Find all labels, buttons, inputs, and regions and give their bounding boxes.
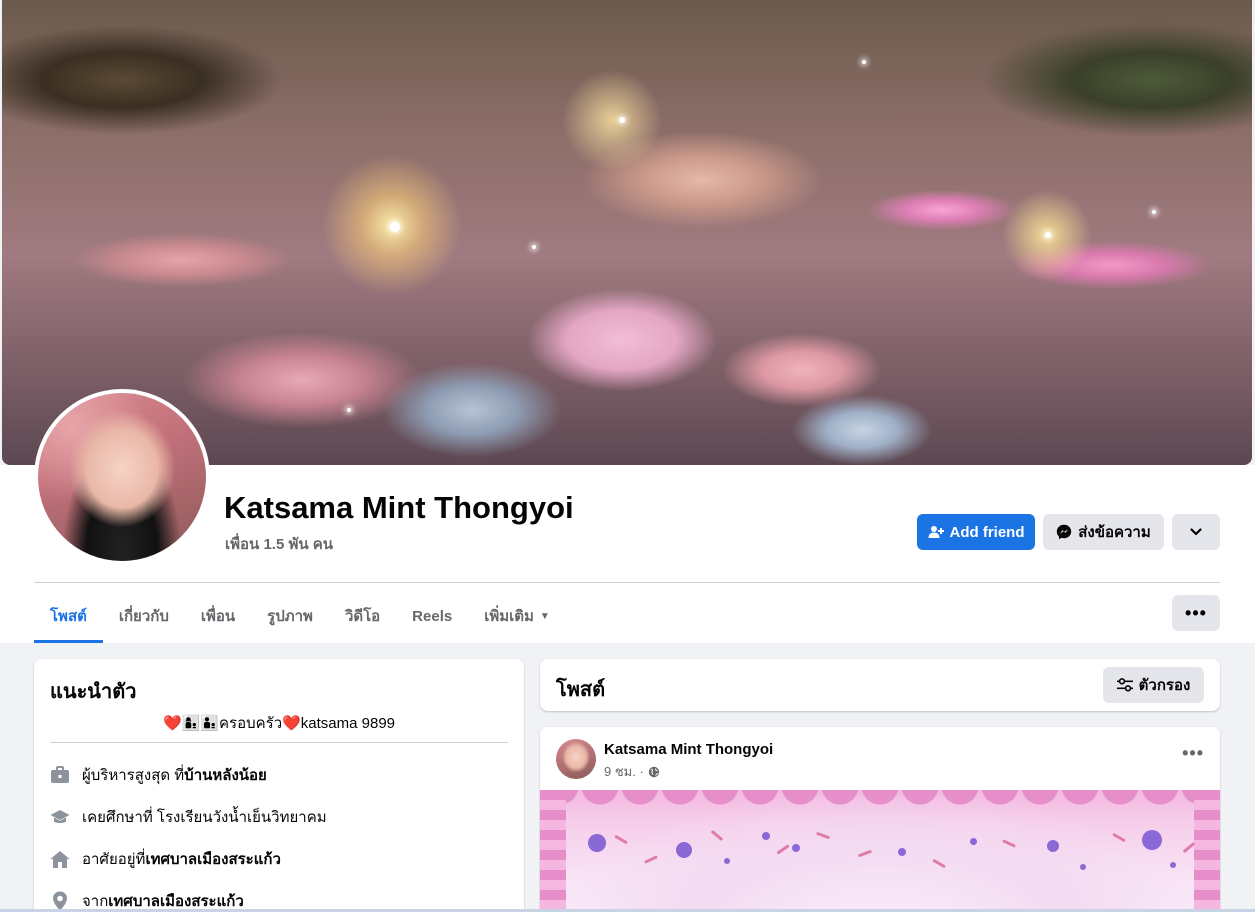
post-timestamp: 9 ชม. · xyxy=(604,761,660,782)
tab-label: โพสต์ xyxy=(50,608,87,625)
post-image-scallop xyxy=(540,790,1220,822)
tab-about[interactable]: เกี่ยวกับ xyxy=(103,592,185,640)
tab-friends[interactable]: เพื่อน xyxy=(185,592,251,640)
tabs-more-button[interactable]: ••• xyxy=(1172,595,1220,631)
add-friend-label: Add friend xyxy=(949,523,1025,541)
briefcase-icon xyxy=(50,765,70,785)
post-card: Katsama Mint Thongyoi 9 ชม. · ••• xyxy=(540,727,1220,912)
tab-posts[interactable]: โพสต์ xyxy=(34,592,103,643)
tab-more[interactable]: เพิ่มเติม ▼ xyxy=(468,592,566,640)
tab-label: Reels xyxy=(412,607,453,625)
home-icon xyxy=(50,849,70,869)
cover-photo[interactable] xyxy=(2,0,1252,465)
add-friend-button[interactable]: Add friend xyxy=(917,514,1035,550)
filter-button[interactable]: ตัวกรอง xyxy=(1103,667,1204,703)
header-divider xyxy=(34,582,1220,583)
graduation-cap-icon xyxy=(50,807,70,827)
tab-photos[interactable]: รูปภาพ xyxy=(251,592,329,640)
tab-label: เพิ่มเติม xyxy=(484,608,534,625)
message-label: ส่งข้อความ xyxy=(1078,524,1151,541)
tab-label: วิดีโอ xyxy=(344,608,381,625)
info-lives-in: อาศัยอยู่ที่ เทศบาลเมืองสระแก้ว xyxy=(50,847,281,871)
tab-label: เพื่อน xyxy=(200,608,236,625)
friend-count[interactable]: เพื่อน 1.5 พัน คน xyxy=(225,532,333,556)
profile-more-button[interactable] xyxy=(1172,514,1220,550)
intro-divider xyxy=(50,742,508,743)
intro-card: แนะนำตัว ❤️👩‍👦👨‍👦ครอบครัว❤️katsama 9899 … xyxy=(34,659,524,912)
tab-label: เกี่ยวกับ xyxy=(118,608,169,625)
tab-label: รูปภาพ xyxy=(267,608,313,625)
info-work: ผู้บริหารสูงสุด ที่ บ้านหลังน้อย xyxy=(50,763,267,787)
profile-avatar[interactable] xyxy=(34,389,210,565)
profile-name: Katsama Mint Thongyoi xyxy=(224,490,574,525)
intro-title: แนะนำตัว xyxy=(50,681,137,703)
info-work-prefix: ผู้บริหารสูงสุด ที่ xyxy=(82,767,185,784)
ellipsis-icon: ••• xyxy=(1182,743,1204,763)
post-options-button[interactable]: ••• xyxy=(1182,743,1204,764)
filter-label: ตัวกรอง xyxy=(1138,677,1191,694)
post-image-curtain-left xyxy=(540,790,566,912)
post-image[interactable] xyxy=(540,790,1220,912)
caret-down-icon: ▼ xyxy=(539,610,550,622)
post-time-text[interactable]: 9 ชม. · xyxy=(604,761,644,782)
post-author-name[interactable]: Katsama Mint Thongyoi xyxy=(604,741,773,758)
add-person-icon xyxy=(928,526,944,538)
posts-title: โพสต์ xyxy=(556,679,606,701)
info-lives-place[interactable]: เทศบาลเมืองสระแก้ว xyxy=(145,847,280,871)
info-education: เคยศึกษาที่ โรงเรียนวังน้ำเย็นวิทยาคม xyxy=(50,805,327,829)
chevron-down-icon xyxy=(1190,528,1202,536)
post-image-curtain-right xyxy=(1194,790,1220,912)
globe-icon xyxy=(648,766,659,777)
messenger-icon xyxy=(1057,524,1072,540)
avatar-photo xyxy=(38,393,206,561)
filter-sliders-icon xyxy=(1116,678,1133,692)
info-work-place[interactable]: บ้านหลังน้อย xyxy=(184,763,267,787)
message-button[interactable]: ส่งข้อความ xyxy=(1043,514,1164,550)
info-education-text: เคยศึกษาที่ โรงเรียนวังน้ำเย็นวิทยาคม xyxy=(82,809,327,826)
post-author-avatar[interactable] xyxy=(556,739,596,779)
tab-reels[interactable]: Reels xyxy=(396,592,468,640)
location-pin-icon xyxy=(50,891,70,911)
tab-videos[interactable]: วิดีโอ xyxy=(329,592,396,640)
profile-tabs: โพสต์ เกี่ยวกับ เพื่อน รูปภาพ วิดีโอ Ree… xyxy=(34,592,566,643)
bio-text: ❤️👩‍👦👨‍👦ครอบครัว❤️katsama 9899 xyxy=(162,715,396,732)
posts-header-card: โพสต์ ตัวกรอง xyxy=(540,659,1220,711)
info-lives-prefix: อาศัยอยู่ที่ xyxy=(82,851,146,868)
ellipsis-icon: ••• xyxy=(1185,602,1207,623)
